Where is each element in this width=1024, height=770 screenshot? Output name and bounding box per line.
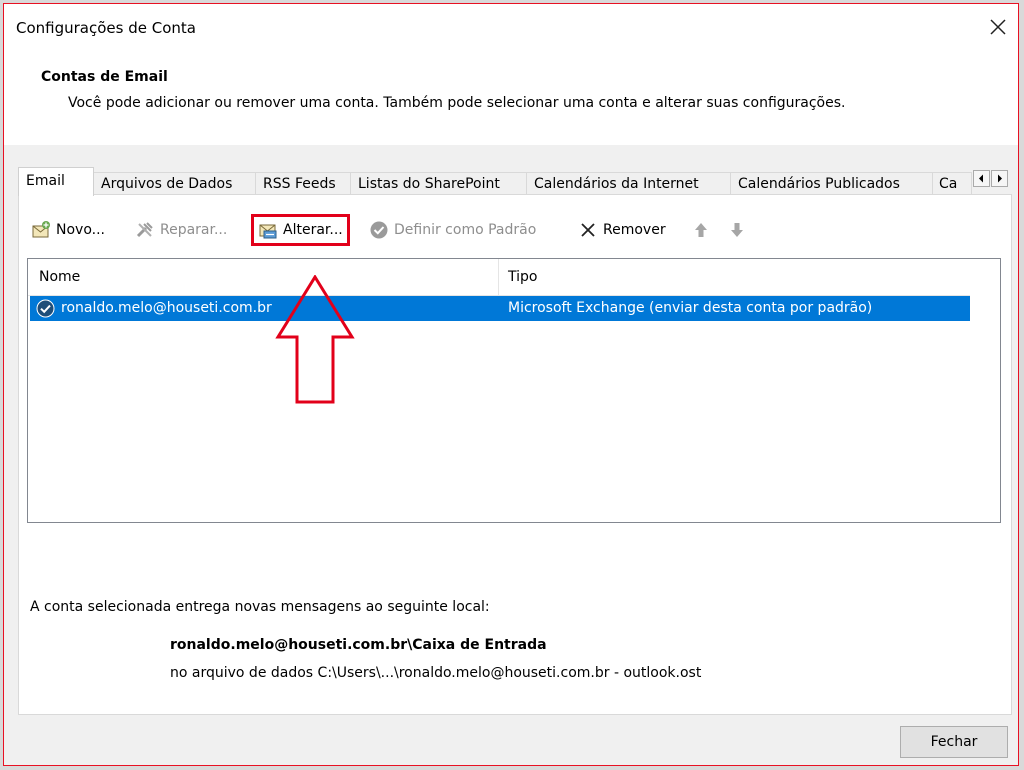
tab-rss-feeds[interactable]: RSS Feeds	[255, 172, 351, 195]
repair-label: Reparar...	[160, 222, 228, 238]
new-account-button[interactable]: Novo...	[31, 217, 105, 243]
section-description: Você pode adicionar ou remover uma conta…	[68, 95, 846, 111]
email-tab-panel: Novo... Reparar... Alterar... Definir co…	[18, 194, 1012, 715]
delivery-info: A conta selecionada entrega novas mensag…	[30, 599, 490, 615]
remove-button[interactable]: Remover	[578, 217, 666, 243]
window-title: Configurações de Conta	[16, 19, 196, 37]
account-name: ronaldo.melo@houseti.com.br	[61, 300, 272, 316]
move-up-button[interactable]	[691, 217, 716, 243]
tab-sharepoint-lists[interactable]: Listas do SharePoint	[350, 172, 527, 195]
default-account-check-icon	[36, 299, 55, 318]
header-area: Contas de Email Você pode adicionar ou r…	[4, 48, 1018, 144]
table-row[interactable]: ronaldo.melo@houseti.com.br Microsoft Ex…	[30, 296, 970, 321]
tab-address-books[interactable]: Ca	[932, 172, 972, 195]
new-mail-icon	[32, 221, 50, 238]
tab-internet-calendars[interactable]: Calendários da Internet	[526, 172, 731, 195]
body-area: Email Arquivos de Dados RSS Feeds Listas…	[4, 145, 1018, 765]
remove-x-icon	[581, 223, 595, 237]
delivery-data-file: no arquivo de dados C:\Users\...\ronaldo…	[170, 665, 702, 681]
close-dialog-button[interactable]: Fechar	[900, 726, 1008, 758]
column-header-name[interactable]: Nome	[39, 269, 80, 285]
triangle-left-icon	[979, 174, 983, 183]
section-title: Contas de Email	[41, 69, 168, 85]
arrow-up-icon	[695, 223, 707, 237]
set-default-label: Definir como Padrão	[394, 222, 537, 238]
remove-label: Remover	[603, 222, 666, 238]
move-down-button[interactable]	[727, 217, 752, 243]
triangle-right-icon	[998, 174, 1002, 183]
delivery-folder-path: ronaldo.melo@houseti.com.br\Caixa de Ent…	[170, 637, 547, 653]
new-account-label: Novo...	[56, 222, 105, 238]
title-bar: Configurações de Conta	[4, 4, 1018, 48]
tools-icon	[136, 222, 153, 238]
change-label: Alterar...	[283, 222, 343, 238]
list-header: Nome Tipo	[28, 259, 970, 296]
arrow-down-icon	[731, 223, 743, 237]
tab-scroll-right-button[interactable]	[991, 170, 1008, 187]
account-settings-dialog: Configurações de Conta Contas de Email V…	[3, 3, 1019, 766]
tab-strip: Email Arquivos de Dados RSS Feeds Listas…	[18, 167, 1012, 196]
tab-email[interactable]: Email	[18, 167, 94, 196]
tab-scroll-left-button[interactable]	[973, 170, 990, 187]
change-button[interactable]: Alterar...	[251, 214, 350, 246]
change-account-icon	[259, 224, 277, 239]
account-type: Microsoft Exchange (enviar desta conta p…	[508, 300, 873, 316]
check-circle-icon	[370, 221, 388, 239]
column-separator[interactable]	[498, 259, 499, 295]
close-window-button[interactable]	[986, 15, 1010, 39]
tab-data-files[interactable]: Arquivos de Dados	[93, 172, 256, 195]
repair-button[interactable]: Reparar...	[135, 217, 227, 243]
set-default-button[interactable]: Definir como Padrão	[369, 217, 536, 243]
tab-published-calendars[interactable]: Calendários Publicados	[730, 172, 933, 195]
accounts-list: Nome Tipo ronaldo.melo@houseti.com.br Mi…	[27, 258, 1001, 523]
close-icon	[990, 19, 1006, 35]
column-header-type[interactable]: Tipo	[508, 269, 537, 285]
toolbar: Novo... Reparar... Alterar... Definir co…	[19, 213, 1011, 247]
